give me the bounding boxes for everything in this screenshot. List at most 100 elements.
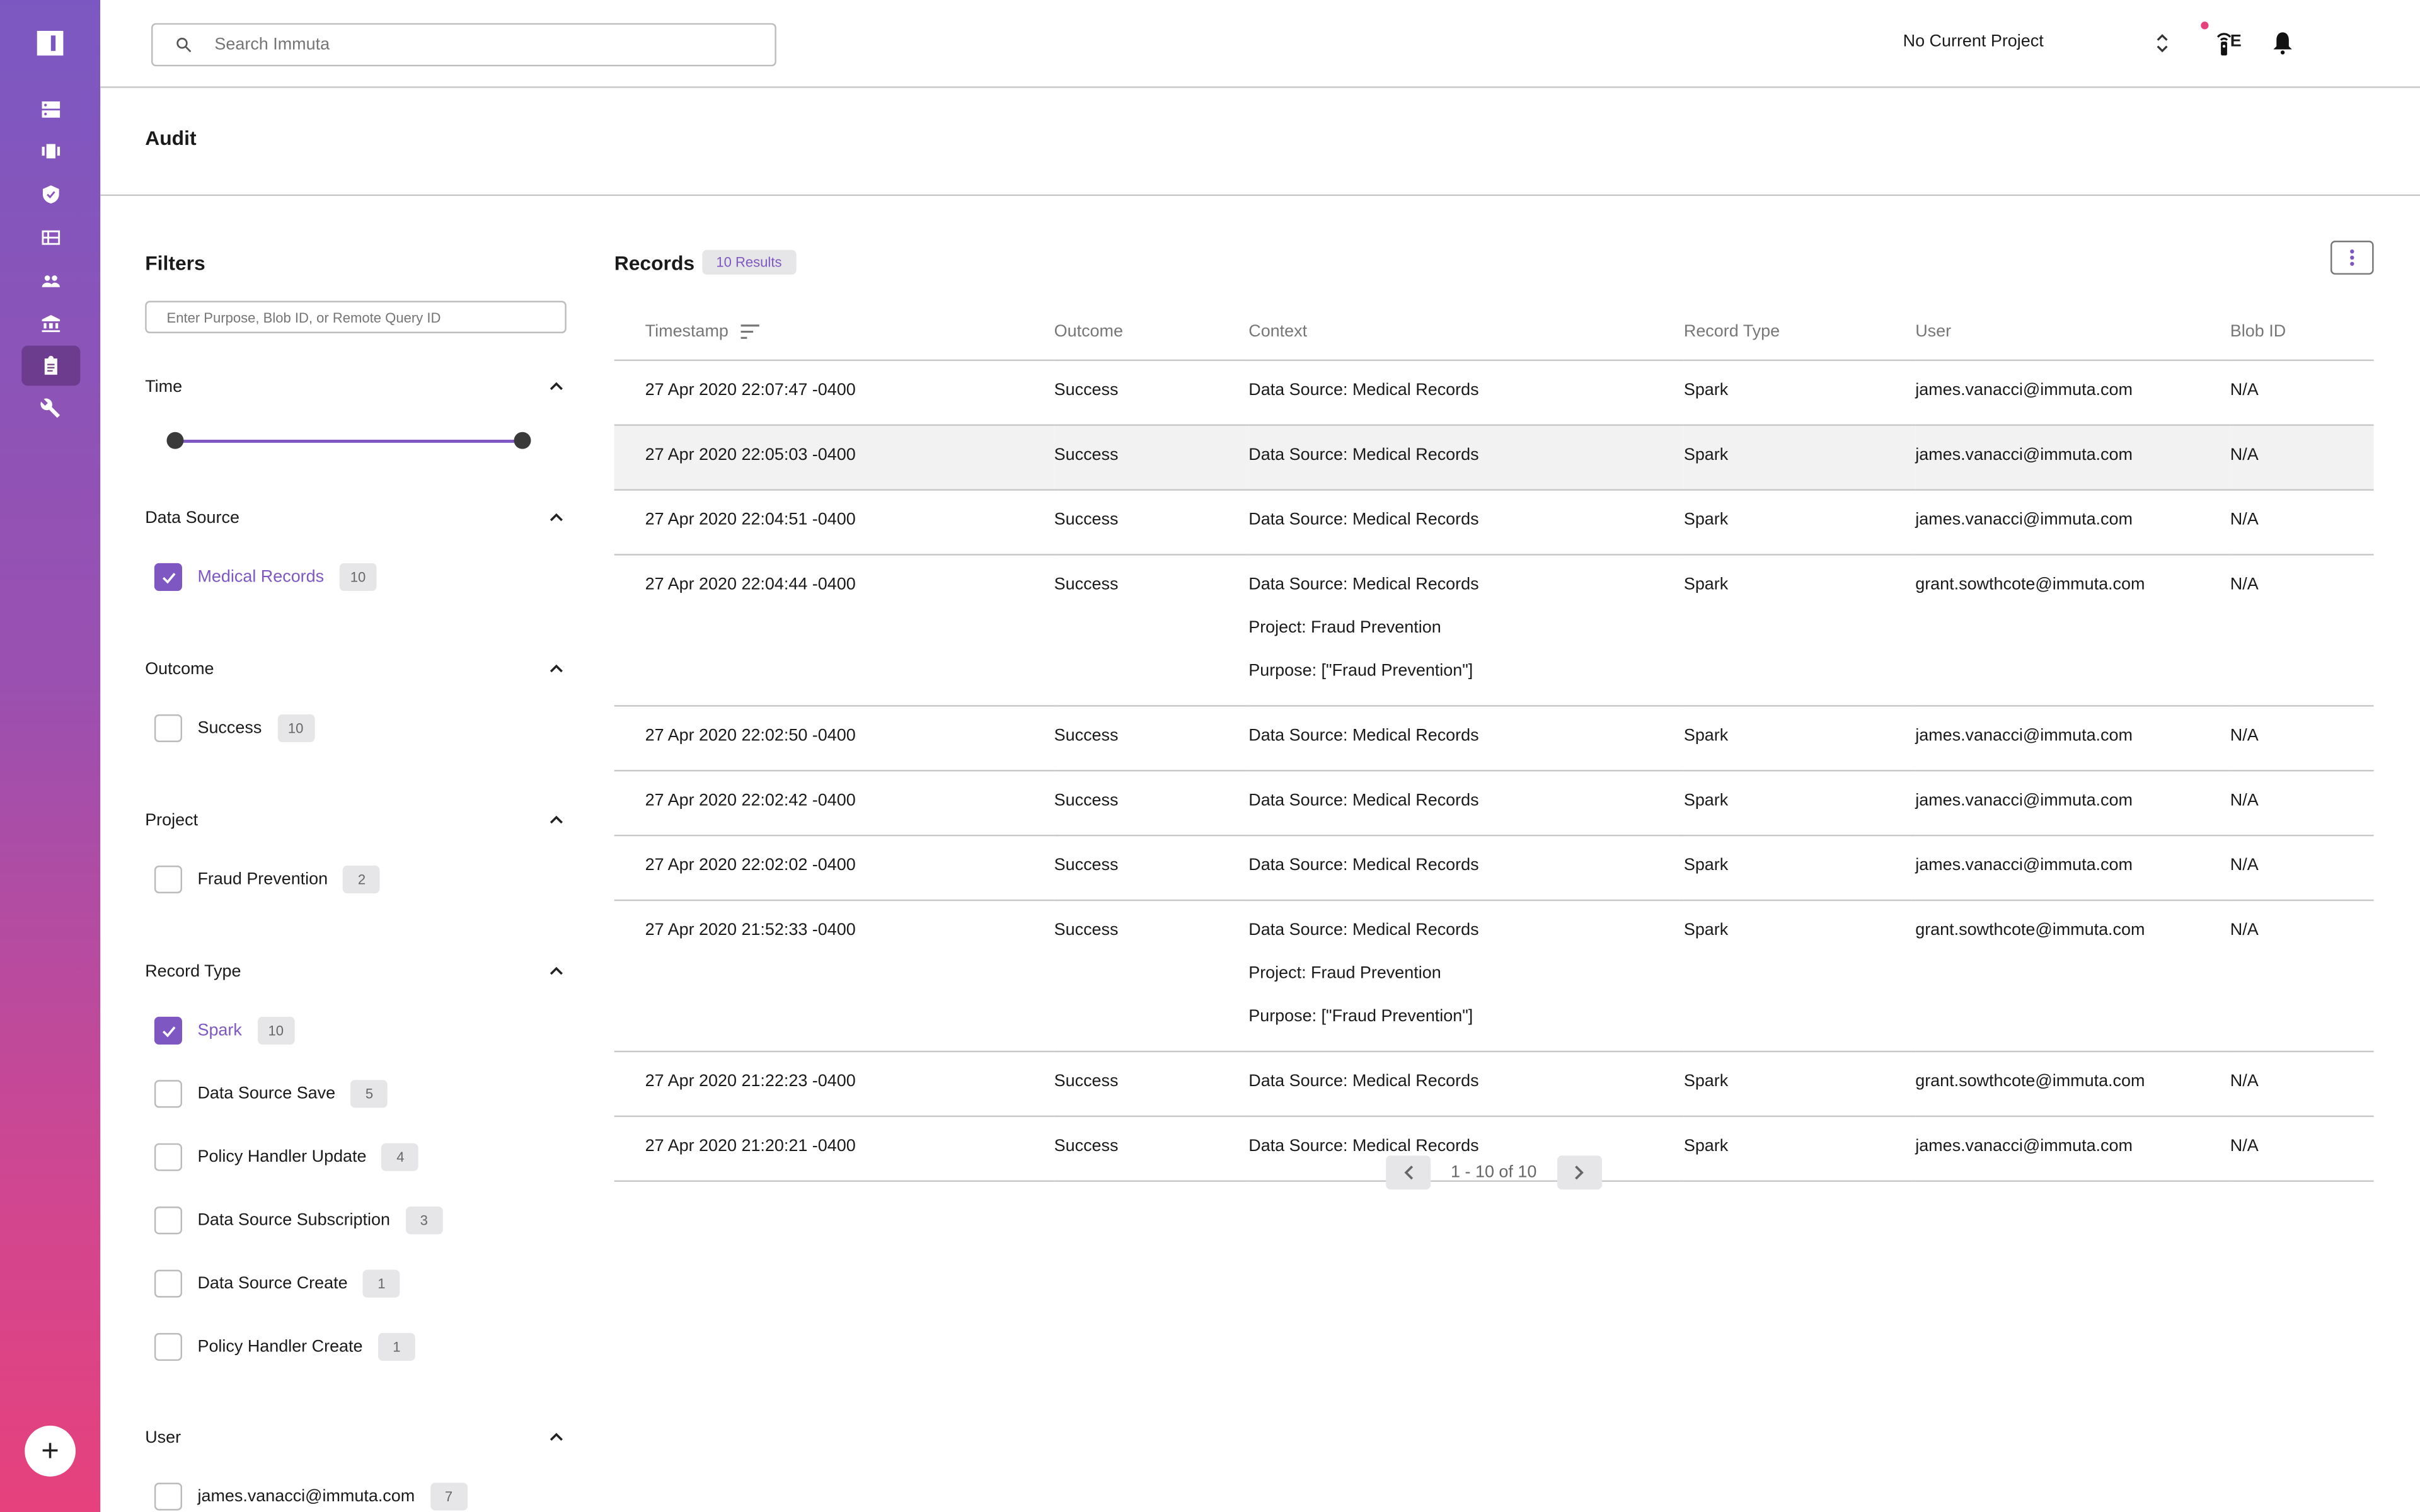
table-header-row: Timestamp Outcome Context Record Type Us… xyxy=(614,302,2374,362)
chevron-up-icon[interactable] xyxy=(550,1430,563,1444)
sidebar-item-governance[interactable] xyxy=(21,304,80,344)
checkbox[interactable] xyxy=(154,714,182,742)
table-row[interactable]: 27 Apr 2020 22:05:03 -0400 Success Data So… xyxy=(614,425,2374,491)
checkbox[interactable] xyxy=(154,1269,182,1298)
clipboard-icon xyxy=(44,355,57,375)
cell-record-type: Spark xyxy=(1683,726,1729,745)
more-options-button[interactable] xyxy=(2330,241,2374,275)
context-line: Data Source: Medical Records xyxy=(1248,791,1479,810)
table-row[interactable]: 27 Apr 2020 22:02:50 -0400 Success Data So… xyxy=(614,706,2374,772)
slider-start-handle[interactable] xyxy=(166,432,184,449)
sidebar-item-projects[interactable] xyxy=(21,131,80,171)
checkbox[interactable] xyxy=(154,1080,182,1108)
cell-blob-id: N/A xyxy=(2230,445,2259,465)
checkbox[interactable] xyxy=(154,865,182,893)
column-header-timestamp[interactable]: Timestamp xyxy=(614,302,1054,362)
option-count: 10 xyxy=(277,714,314,742)
cell-user: james.vanacci@immuta.com xyxy=(1915,726,2133,745)
sort-icon[interactable] xyxy=(740,323,759,338)
cell-context: Data Source: Medical Records xyxy=(1248,707,1684,770)
current-project-label[interactable]: No Current Project xyxy=(1903,32,2044,50)
option-count: 4 xyxy=(382,1143,419,1171)
user-avatar[interactable]: E xyxy=(2230,32,2242,50)
chevron-up-icon[interactable] xyxy=(550,511,563,525)
context-line: Data Source: Medical Records xyxy=(1248,510,1479,530)
projects-icon xyxy=(42,144,60,159)
sidebar-item-tools[interactable] xyxy=(21,389,80,429)
table-row[interactable]: 27 Apr 2020 22:02:02 -0400 Success Data So… xyxy=(614,835,2374,902)
checkbox[interactable] xyxy=(154,563,182,591)
context-line: Purpose: ["Fraud Prevention"] xyxy=(1248,1007,1473,1026)
cell-timestamp: 27 Apr 2020 22:04:44 -0400 xyxy=(645,575,856,594)
slider-end-handle[interactable] xyxy=(514,432,531,449)
plus-icon: + xyxy=(41,1434,59,1469)
checkbox[interactable] xyxy=(154,1482,182,1511)
column-header-outcome: Outcome xyxy=(1054,302,1249,362)
time-range-slider[interactable] xyxy=(166,432,531,450)
filter-option[interactable]: Data Source Save 5 xyxy=(154,1079,388,1109)
sidebar-item-catalog[interactable] xyxy=(21,217,80,258)
table-row[interactable]: 27 Apr 2020 22:04:44 -0400 Success Data So… xyxy=(614,554,2374,707)
cell-blob-id: N/A xyxy=(2230,381,2259,400)
page-header: Audit xyxy=(100,88,2420,197)
table-row[interactable]: 27 Apr 2020 22:04:51 -0400 Success Data So… xyxy=(614,490,2374,556)
chevron-up-icon[interactable] xyxy=(550,379,563,393)
filter-option[interactable]: Success 10 xyxy=(154,713,314,743)
unfold-icon[interactable] xyxy=(2153,31,2171,55)
filter-option[interactable]: james.vanacci@immuta.com 7 xyxy=(154,1481,468,1512)
prev-page-button[interactable] xyxy=(1386,1155,1431,1190)
cell-record-type: Spark xyxy=(1683,575,1729,594)
table-row[interactable]: 27 Apr 2020 21:52:33 -0400 Success Data So… xyxy=(614,900,2374,1053)
cell-context: Data Source: Medical Records xyxy=(1248,491,1684,554)
filter-search-input[interactable] xyxy=(145,301,567,333)
cell-timestamp: 27 Apr 2020 22:05:03 -0400 xyxy=(645,445,856,465)
option-label: Data Source Subscription xyxy=(197,1211,390,1230)
column-header-user: User xyxy=(1915,302,2230,362)
app-root: + No Current Project E Audit Filters Tim… xyxy=(0,0,2420,1512)
cell-context: Data Source: Medical Records xyxy=(1248,772,1684,835)
bell-icon[interactable] xyxy=(2272,31,2293,55)
filter-option[interactable]: Medical Records 10 xyxy=(154,561,377,592)
cell-outcome: Success xyxy=(1054,445,1119,465)
cell-outcome: Success xyxy=(1054,856,1119,875)
filter-option[interactable]: Fraud Prevention 2 xyxy=(154,864,381,895)
chevron-up-icon[interactable] xyxy=(550,813,563,827)
filter-option[interactable]: Spark 10 xyxy=(154,1015,295,1046)
sidebar-item-audit[interactable] xyxy=(21,345,81,386)
option-label: Policy Handler Create xyxy=(197,1337,363,1356)
cell-timestamp: 27 Apr 2020 21:20:21 -0400 xyxy=(645,1137,856,1156)
filter-option[interactable]: Data Source Create 1 xyxy=(154,1268,400,1299)
wrench-icon xyxy=(40,398,60,418)
chevron-up-icon[interactable] xyxy=(550,965,563,978)
checkbox[interactable] xyxy=(154,1143,182,1171)
cell-context: Data Source: Medical Records Project: Fra… xyxy=(1248,901,1684,1051)
cell-user: grant.sowthcote@immuta.com xyxy=(1915,575,2145,594)
cell-user: james.vanacci@immuta.com xyxy=(1915,856,2133,875)
global-search[interactable] xyxy=(151,23,776,67)
table-row[interactable]: 27 Apr 2020 21:22:23 -0400 Success Data So… xyxy=(614,1051,2374,1118)
pagination-label: 1 - 10 of 10 xyxy=(1451,1163,1537,1182)
table-row[interactable]: 27 Apr 2020 22:02:42 -0400 Success Data So… xyxy=(614,770,2374,837)
sidebar-item-policies[interactable] xyxy=(21,175,80,215)
context-line: Data Source: Medical Records xyxy=(1248,856,1479,875)
sidebar-item-data-sources[interactable] xyxy=(21,89,80,130)
cell-blob-id: N/A xyxy=(2230,1072,2259,1091)
checkbox[interactable] xyxy=(154,1332,182,1361)
filter-option[interactable]: Data Source Subscription 3 xyxy=(154,1205,443,1236)
next-page-button[interactable] xyxy=(1557,1155,1602,1190)
chevron-up-icon[interactable] xyxy=(550,662,563,676)
immuta-logo[interactable] xyxy=(37,30,64,56)
cell-outcome: Success xyxy=(1054,1137,1119,1156)
create-button[interactable]: + xyxy=(25,1425,76,1477)
cell-blob-id: N/A xyxy=(2230,510,2259,530)
filter-option[interactable]: Policy Handler Update 4 xyxy=(154,1142,419,1172)
checkbox[interactable] xyxy=(154,1016,182,1045)
filter-option[interactable]: Policy Handler Create 1 xyxy=(154,1331,415,1362)
search-input[interactable] xyxy=(211,33,742,56)
table-row[interactable]: 27 Apr 2020 22:07:47 -0400 Success Data So… xyxy=(614,360,2374,426)
sidebar-item-people[interactable] xyxy=(21,261,80,301)
option-label: Data Source Save xyxy=(197,1084,336,1104)
cell-record-type: Spark xyxy=(1683,445,1729,465)
checkbox[interactable] xyxy=(154,1206,182,1235)
filters-title: Filters xyxy=(145,251,205,275)
